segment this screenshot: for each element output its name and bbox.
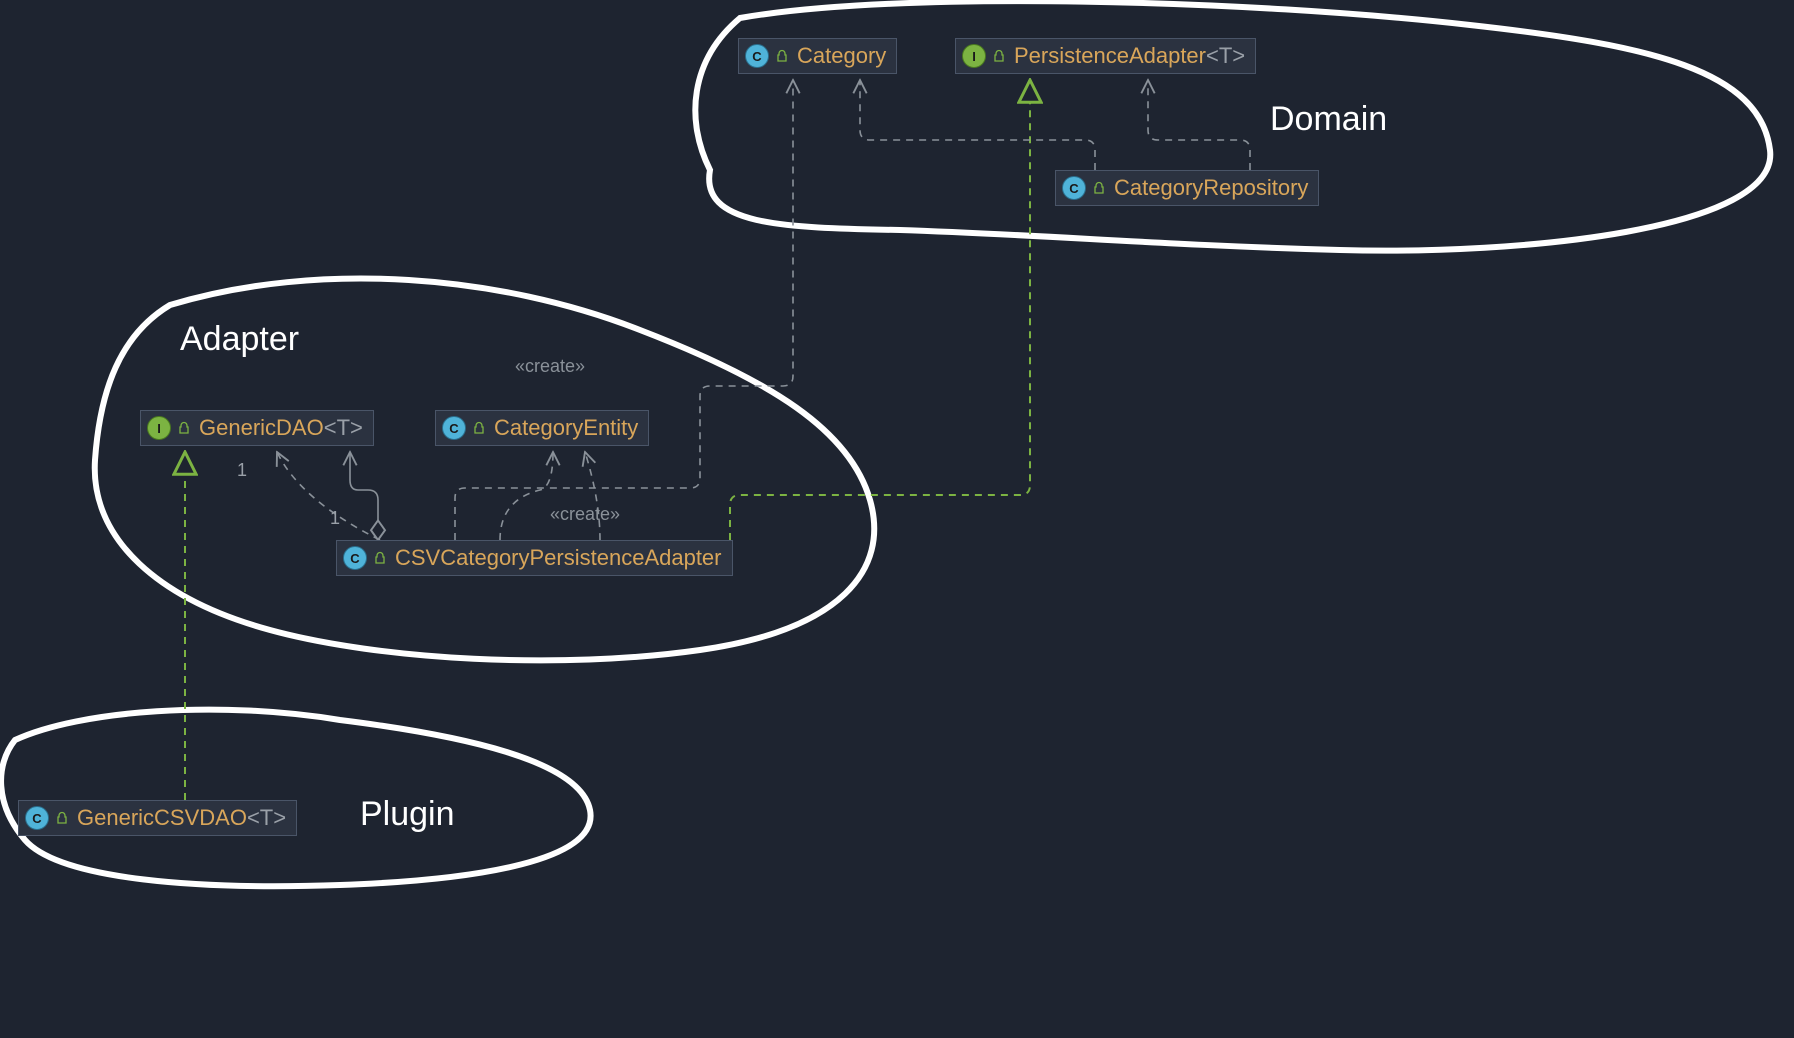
node-generic: <T> xyxy=(1206,43,1245,68)
diagram-canvas: Domain Adapter Plugin «create» «create» … xyxy=(0,0,1794,1038)
edge-label-create-1: «create» xyxy=(515,356,585,377)
edge-label-create-2: «create» xyxy=(550,504,620,525)
lock-icon xyxy=(1092,181,1106,195)
node-csv-category-persistence-adapter[interactable]: C CSVCategoryPersistenceAdapter xyxy=(336,540,733,576)
node-name: GenericDAO xyxy=(199,415,324,440)
node-generic: <T> xyxy=(247,805,286,830)
node-name: PersistenceAdapter xyxy=(1014,43,1206,68)
node-name: Category xyxy=(797,43,886,68)
interface-icon: I xyxy=(962,44,986,68)
node-generic: <T> xyxy=(324,415,363,440)
node-generic-dao[interactable]: I GenericDAO<T> xyxy=(140,410,374,446)
region-label-domain: Domain xyxy=(1270,100,1387,139)
lock-icon xyxy=(472,421,486,435)
node-name: CSVCategoryPersistenceAdapter xyxy=(395,545,722,570)
edges-overlay xyxy=(0,0,1794,1038)
node-persistence-adapter[interactable]: I PersistenceAdapter<T> xyxy=(955,38,1256,74)
class-icon: C xyxy=(343,546,367,570)
class-icon: C xyxy=(25,806,49,830)
region-label-plugin: Plugin xyxy=(360,795,455,834)
node-name: CategoryRepository xyxy=(1114,175,1308,200)
node-category-entity[interactable]: C CategoryEntity xyxy=(435,410,649,446)
node-category[interactable]: C Category xyxy=(738,38,897,74)
lock-icon xyxy=(55,811,69,825)
node-name: CategoryEntity xyxy=(494,415,638,440)
lock-icon xyxy=(775,49,789,63)
node-category-repository[interactable]: C CategoryRepository xyxy=(1055,170,1319,206)
lock-icon xyxy=(992,49,1006,63)
class-icon: C xyxy=(745,44,769,68)
class-icon: C xyxy=(442,416,466,440)
lock-icon xyxy=(373,551,387,565)
plugin-region-blob xyxy=(1,710,591,887)
multiplicity-1b: 1 xyxy=(330,508,340,529)
class-icon: C xyxy=(1062,176,1086,200)
node-generic-csv-dao[interactable]: C GenericCSVDAO<T> xyxy=(18,800,297,836)
interface-icon: I xyxy=(147,416,171,440)
node-name: GenericCSVDAO xyxy=(77,805,247,830)
multiplicity-1a: 1 xyxy=(237,460,247,481)
region-label-adapter: Adapter xyxy=(180,320,299,359)
lock-icon xyxy=(177,421,191,435)
